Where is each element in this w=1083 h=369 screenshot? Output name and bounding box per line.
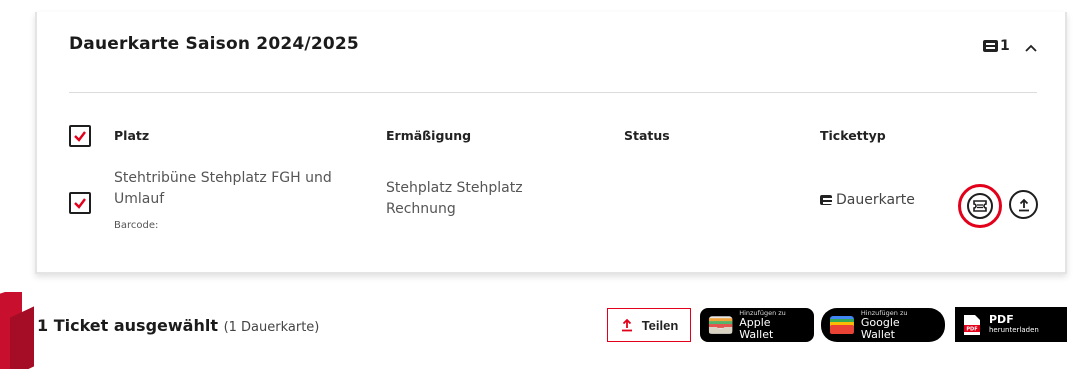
wallet-icon [708, 316, 733, 334]
discount-cell: Stehplatz Stehplatz Rechnung [386, 178, 523, 220]
column-header-ermaessigung: Ermäßigung [386, 128, 472, 143]
apple-wallet-label: Apple Wallet [739, 316, 774, 341]
pdf-label: PDF [989, 313, 1014, 326]
upload-icon [1018, 198, 1029, 211]
ticket-icon [820, 195, 832, 205]
checkmark-icon [74, 198, 86, 209]
share-ticket-button[interactable] [1009, 190, 1038, 219]
share-button-label: Teilen [641, 317, 679, 333]
ticket-type-label: Dauerkarte [836, 192, 915, 208]
page: Dauerkarte Saison 2024/2025 1 Platz Ermä… [0, 0, 1083, 369]
ticket-icon [983, 40, 998, 52]
google-wallet-label: Google Wallet [860, 316, 900, 341]
ticket-type-cell: Dauerkarte [820, 192, 915, 208]
pdf-icon: PDF [964, 314, 980, 335]
card-title: Dauerkarte Saison 2024/2025 [69, 34, 359, 54]
ticket-icon [973, 200, 987, 212]
row-checkbox[interactable] [69, 192, 91, 214]
seat-cell: Stehtribüne Stehplatz FGH und Umlauf [114, 168, 332, 210]
ticket-count: 1 [983, 38, 1010, 54]
select-all-checkbox[interactable] [69, 125, 91, 147]
show-ticket-button[interactable] [958, 184, 1002, 228]
seat-line-2: Umlauf [114, 191, 165, 207]
upload-icon [621, 318, 632, 332]
brand-corner-decoration [0, 292, 34, 369]
column-header-status: Status [624, 128, 670, 143]
seat-line-1: Stehtribüne Stehplatz FGH und [114, 170, 332, 186]
divider [69, 92, 1037, 93]
discount-line-2: Rechnung [386, 201, 456, 217]
selection-summary-text: 1 Ticket ausgewählt [37, 316, 218, 335]
column-header-platz: Platz [114, 128, 150, 143]
discount-line-1: Stehplatz Stehplatz [386, 180, 523, 196]
chevron-up-icon[interactable] [1025, 42, 1037, 54]
pdf-download-button[interactable]: PDF PDF herunterladen [955, 307, 1067, 342]
apple-wallet-button[interactable]: Hinzufügen zu Apple Wallet [700, 308, 814, 342]
pdf-sublabel: herunterladen [989, 326, 1039, 334]
ticket-count-value: 1 [1000, 38, 1010, 54]
column-header-tickettyp: Tickettyp [820, 128, 886, 143]
selection-summary-detail: (1 Dauerkarte) [223, 320, 320, 335]
checkmark-icon [74, 131, 86, 142]
google-wallet-button[interactable]: Hinzufügen zu Google Wallet [821, 308, 945, 342]
ticket-card: Dauerkarte Saison 2024/2025 1 Platz Ermä… [35, 12, 1067, 274]
barcode-label: Barcode: [114, 220, 159, 231]
pdf-icon-text: PDF [966, 326, 977, 332]
wallet-icon [829, 316, 854, 334]
selection-summary: 1 Ticket ausgewählt (1 Dauerkarte) [37, 316, 319, 335]
share-button[interactable]: Teilen [607, 308, 691, 342]
